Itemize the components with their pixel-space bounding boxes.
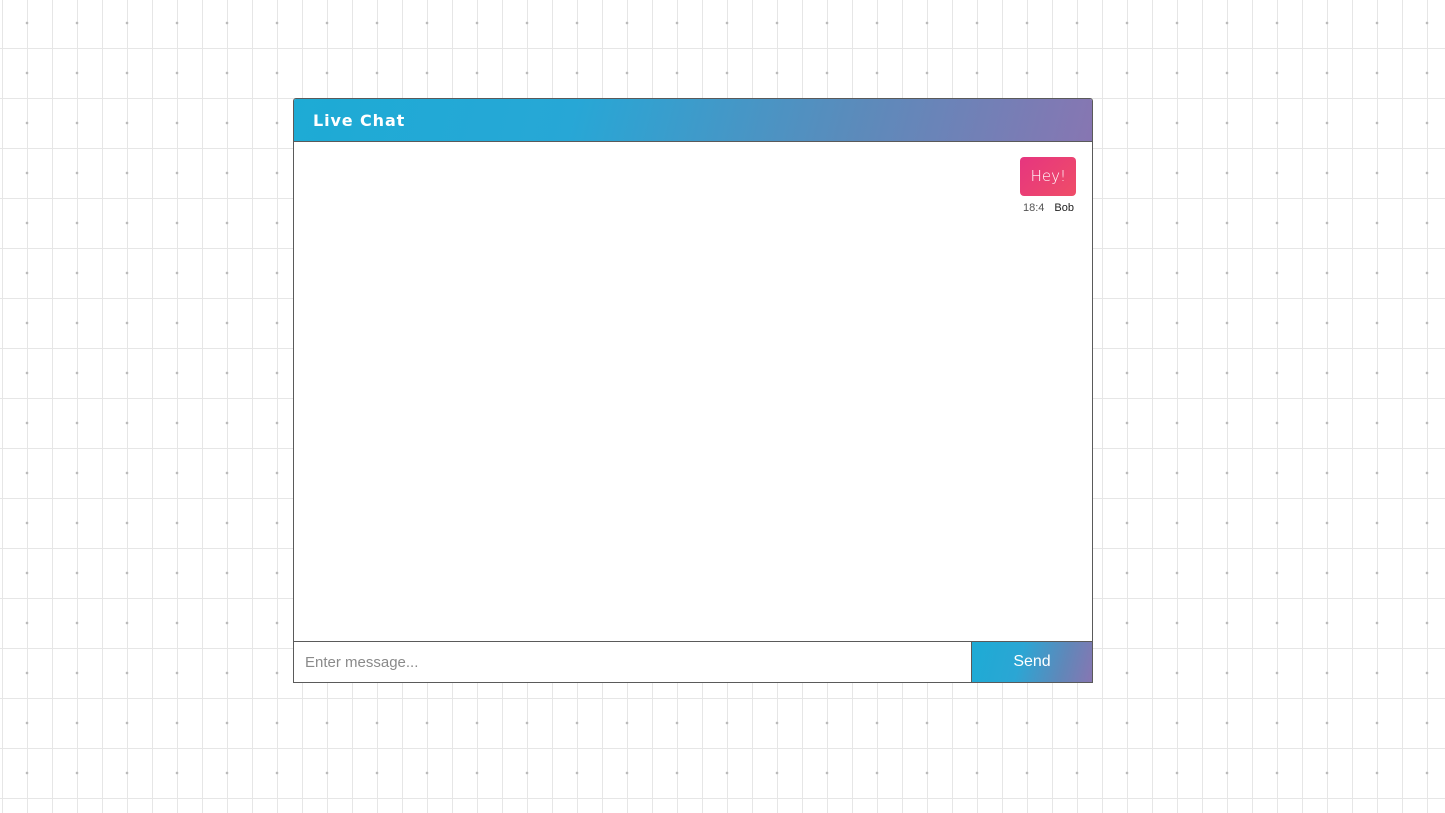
message-composer: Send	[294, 641, 1092, 682]
chat-header: Live Chat	[294, 99, 1092, 142]
send-button[interactable]: Send	[971, 642, 1092, 682]
message-bubble: Hey!	[1019, 157, 1076, 196]
message-sender: Bob	[1054, 202, 1074, 214]
message-list[interactable]: Hey! 18:4 Bob	[294, 142, 1092, 640]
message-input[interactable]	[294, 642, 971, 682]
chat-window: Live Chat Hey! 18:4 Bob Send	[293, 98, 1093, 683]
message-item: Hey! 18:4 Bob	[1019, 157, 1076, 214]
chat-title: Live Chat	[313, 110, 406, 130]
message-meta: 18:4 Bob	[1023, 202, 1074, 214]
message-time: 18:4	[1023, 202, 1045, 214]
